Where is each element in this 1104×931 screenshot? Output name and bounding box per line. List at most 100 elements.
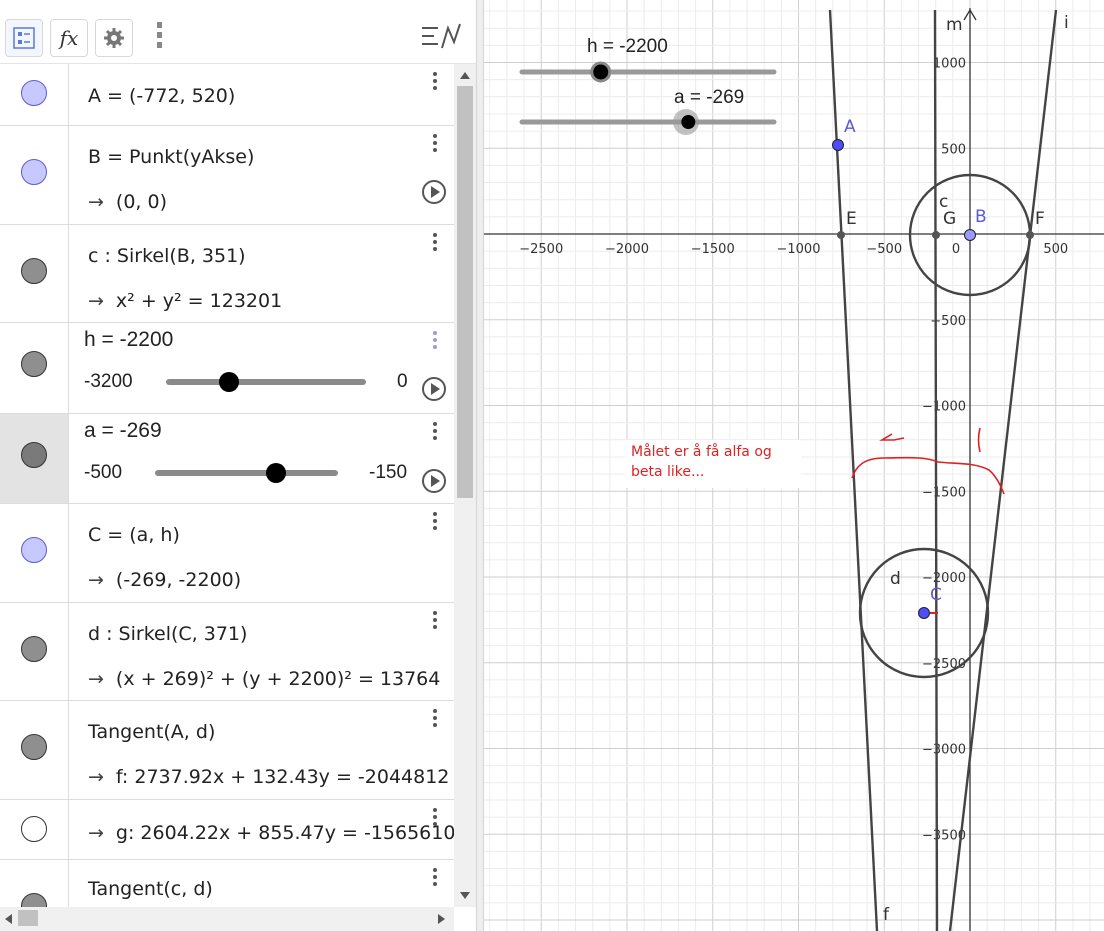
- algebra-row-B[interactable]: B = Punkt(yAkse) → (0, 0): [0, 126, 454, 225]
- algebra-row-tangent-c-d[interactable]: Tangent(c, d): [0, 860, 454, 907]
- point-A[interactable]: [832, 139, 844, 151]
- label-f: f: [883, 905, 890, 925]
- algebra-row-tangent-A-d[interactable]: Tangent(A, d) → f: 2737.92x + 132.43y = -…: [0, 701, 454, 800]
- algebra-definition[interactable]: A = (-772, 520): [88, 85, 235, 107]
- graphics-slider-h[interactable]: h = -2200: [519, 36, 777, 83]
- algebra-definition[interactable]: C = (a, h): [88, 524, 180, 546]
- scroll-thumb[interactable]: [18, 910, 38, 926]
- visibility-toggle[interactable]: [21, 893, 47, 907]
- settings-button[interactable]: [95, 19, 133, 57]
- point-G[interactable]: [932, 231, 940, 239]
- algebra-value: → (0, 0): [88, 191, 168, 213]
- input-help-button[interactable]: 𝑓𝑥: [50, 19, 88, 57]
- visibility-toggle[interactable]: [21, 816, 47, 842]
- algebra-definition[interactable]: Tangent(c, d): [88, 878, 213, 900]
- slider-min: -500: [84, 462, 123, 483]
- perspectives-menu-icon[interactable]: [420, 22, 462, 52]
- label-F: F: [1035, 209, 1045, 229]
- visibility-toggle[interactable]: [21, 442, 47, 468]
- visibility-toggle[interactable]: [21, 351, 47, 377]
- more-vert-icon[interactable]: [431, 868, 439, 890]
- algebra-list: A = (-772, 520) B = Punkt(yAkse) → (0, 0): [0, 64, 454, 907]
- more-vert-icon[interactable]: [431, 422, 439, 444]
- point-F[interactable]: [1026, 231, 1034, 239]
- algebra-definition[interactable]: c : Sirkel(B, 351): [88, 245, 246, 267]
- algebra-value: → f: 2737.92x + 132.43y = -2044812: [88, 766, 450, 788]
- scroll-thumb[interactable]: [457, 86, 473, 498]
- scroll-up-icon[interactable]: [460, 72, 470, 79]
- label-c: c: [939, 192, 948, 212]
- x-tick-label: 0: [952, 242, 960, 257]
- x-tick-label: −2500: [519, 242, 563, 257]
- more-vert-icon[interactable]: [431, 331, 439, 353]
- text-note[interactable]: Målet er å få alfa og beta like...: [625, 440, 801, 488]
- more-vert-icon[interactable]: [431, 134, 439, 156]
- more-vert-icon[interactable]: [431, 72, 439, 94]
- algebra-row-A[interactable]: A = (-772, 520): [0, 64, 454, 126]
- label-G: G: [943, 209, 956, 229]
- algebra-value: → (-269, -2200): [88, 569, 242, 591]
- visibility-toggle[interactable]: [21, 636, 47, 662]
- gear-icon: [104, 28, 124, 48]
- more-vert-icon[interactable]: [431, 512, 439, 534]
- slider-knob-a[interactable]: [265, 463, 286, 483]
- x-tick-label: −1000: [777, 242, 821, 257]
- algebra-definition[interactable]: d : Sirkel(C, 371): [88, 623, 247, 645]
- algebra-value: → (x + 269)² + (y + 2200)² = 13764: [88, 668, 441, 690]
- algebra-row-g[interactable]: → g: 2604.22x + 855.47y = -1565610: [0, 800, 454, 860]
- point-B[interactable]: [964, 229, 976, 241]
- label-C: C: [930, 585, 942, 605]
- graphics-view[interactable]: −2500 −2000 −1500 −1000 −500 0 500 1000 500 −500…: [484, 0, 1104, 931]
- slider-title[interactable]: h = -2200: [84, 328, 173, 352]
- more-vert-icon[interactable]: [431, 709, 439, 731]
- algebra-row-c[interactable]: c : Sirkel(B, 351) → x² + y² = 123201: [0, 225, 454, 323]
- scroll-left-icon[interactable]: [5, 914, 12, 924]
- label-i: i: [1064, 13, 1069, 33]
- slider-min: -3200: [84, 371, 133, 392]
- annotation-strokes: [851, 427, 1005, 495]
- point-C[interactable]: [918, 607, 930, 619]
- slider-max: -150: [369, 462, 408, 483]
- more-vert-icon[interactable]: [431, 611, 439, 633]
- play-animation-icon[interactable]: [422, 469, 446, 493]
- algebra-toolbar: 𝑓𝑥: [0, 0, 476, 64]
- label-E: E: [846, 209, 857, 229]
- y-tick-labels: 1000500−500−1000−1500−2000−2500−3000−350…: [922, 57, 966, 844]
- visibility-toggle[interactable]: [21, 159, 47, 185]
- y-tick-label: −1500: [922, 485, 966, 500]
- algebra-row-C[interactable]: C = (a, h) → (-269, -2200): [0, 504, 454, 603]
- play-animation-icon[interactable]: [422, 180, 446, 204]
- algebra-definition[interactable]: Tangent(A, d): [88, 721, 215, 743]
- fx-icon: 𝑓𝑥: [59, 26, 79, 50]
- algebra-row-a-slider[interactable]: a = -269 -500 -150: [0, 414, 454, 504]
- algebra-value: → x² + y² = 123201: [88, 290, 283, 312]
- graphics-slider-a[interactable]: a = -269: [519, 87, 777, 135]
- slider-track-a[interactable]: [155, 470, 338, 476]
- vertical-scrollbar[interactable]: [454, 64, 476, 907]
- more-vert-icon[interactable]: [431, 233, 439, 255]
- slider-knob-h[interactable]: [218, 372, 239, 392]
- scroll-right-icon[interactable]: [438, 914, 445, 924]
- algebra-row-d[interactable]: d : Sirkel(C, 371) → (x + 269)² + (y + 22…: [0, 603, 454, 701]
- play-animation-icon[interactable]: [422, 377, 446, 401]
- y-tick-label: 1000: [933, 57, 966, 72]
- visibility-toggle[interactable]: [21, 258, 47, 284]
- y-tick-label: −2000: [922, 571, 966, 586]
- slider-track-h[interactable]: [166, 379, 366, 385]
- visibility-toggle[interactable]: [21, 537, 47, 563]
- scroll-down-icon[interactable]: [460, 892, 470, 899]
- slider-title[interactable]: a = -269: [84, 419, 162, 443]
- more-vert-icon[interactable]: [155, 22, 165, 54]
- graphics-slider-h-knob[interactable]: [590, 61, 612, 83]
- graphics-slider-a-knob[interactable]: [681, 115, 696, 129]
- more-vert-icon[interactable]: [431, 808, 439, 830]
- algebra-view-button[interactable]: [5, 19, 43, 57]
- visibility-toggle[interactable]: [21, 80, 47, 106]
- label-A: A: [844, 117, 856, 137]
- panel-divider[interactable]: [476, 0, 484, 931]
- point-E[interactable]: [837, 231, 845, 239]
- visibility-toggle[interactable]: [21, 734, 47, 760]
- horizontal-scrollbar[interactable]: [0, 907, 454, 931]
- algebra-row-h-slider[interactable]: h = -2200 -3200 0: [0, 323, 454, 414]
- algebra-definition[interactable]: B = Punkt(yAkse): [88, 146, 254, 168]
